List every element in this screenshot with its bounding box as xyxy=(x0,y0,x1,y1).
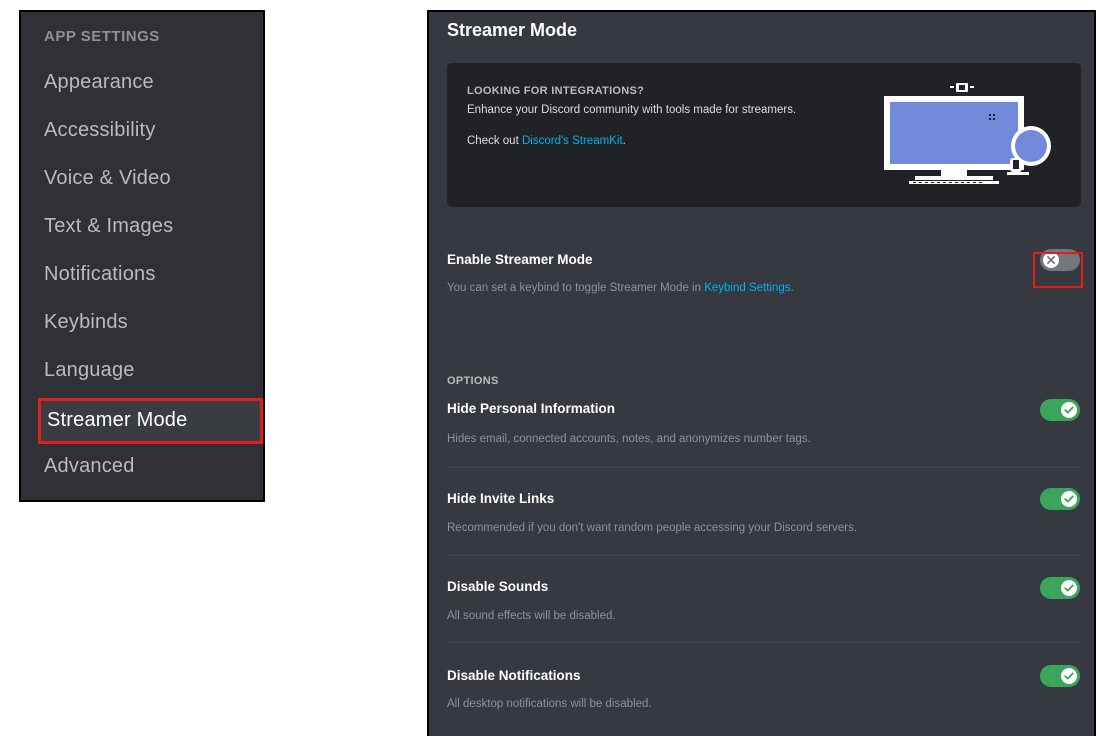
disable-notifications-title: Disable Notifications xyxy=(447,668,581,683)
streamkit-promo-card: LOOKING FOR INTEGRATIONS? Enhance your D… xyxy=(447,63,1081,207)
promo-heading: LOOKING FOR INTEGRATIONS? xyxy=(467,85,645,97)
enable-streamer-mode-desc: You can set a keybind to toggle Streamer… xyxy=(447,282,794,294)
promo-link-line: Check out Discord's StreamKit. xyxy=(467,135,626,147)
toggle-knob xyxy=(1061,580,1077,596)
options-section-label: OPTIONS xyxy=(447,375,499,387)
sidebar-item-keybinds[interactable]: Keybinds xyxy=(21,300,263,348)
hide-personal-info-toggle[interactable] xyxy=(1040,399,1080,421)
hide-invite-links-desc: Recommended if you don't want random peo… xyxy=(447,522,858,534)
monitor-streamkit-illustration-icon xyxy=(884,83,1051,184)
checkmark-icon xyxy=(1064,584,1074,592)
checkmark-icon xyxy=(1064,672,1074,680)
hide-personal-info-desc: Hides email, connected accounts, notes, … xyxy=(447,433,811,445)
divider xyxy=(447,467,1081,468)
disable-sounds-desc: All sound effects will be disabled. xyxy=(447,610,616,622)
hide-personal-info-title: Hide Personal Information xyxy=(447,401,616,416)
enable-streamer-mode-title: Enable Streamer Mode xyxy=(447,252,593,267)
divider xyxy=(447,642,1081,643)
promo-link-suffix: . xyxy=(622,135,626,147)
promo-text: Enhance your Discord community with tool… xyxy=(467,104,797,116)
keybind-settings-link[interactable]: Keybind Settings xyxy=(704,282,790,294)
settings-sidebar: APP SETTINGS Appearance Accessibility Vo… xyxy=(19,10,265,502)
toggle-highlight-box xyxy=(1033,252,1083,288)
sidebar-item-voice-video[interactable]: Voice & Video xyxy=(21,156,263,204)
sidebar-item-streamer-mode[interactable]: Streamer Mode xyxy=(38,398,263,444)
toggle-knob xyxy=(1061,491,1077,507)
sidebar-item-text-images[interactable]: Text & Images xyxy=(21,204,263,252)
keybind-desc-suffix: . xyxy=(790,282,794,294)
settings-content: Streamer Mode LOOKING FOR INTEGRATIONS? … xyxy=(427,10,1096,736)
checkmark-icon xyxy=(1064,406,1074,414)
disable-notifications-desc: All desktop notifications will be disabl… xyxy=(447,698,652,710)
promo-link-prefix: Check out xyxy=(467,135,522,147)
hide-invite-links-title: Hide Invite Links xyxy=(447,491,555,506)
disable-sounds-toggle[interactable] xyxy=(1040,577,1080,599)
sidebar-item-accessibility[interactable]: Accessibility xyxy=(21,108,263,156)
keybind-desc-prefix: You can set a keybind to toggle Streamer… xyxy=(447,282,705,294)
streamkit-link[interactable]: Discord's StreamKit xyxy=(522,135,623,147)
divider xyxy=(447,555,1081,556)
sidebar-heading: APP SETTINGS xyxy=(44,28,160,45)
disable-sounds-title: Disable Sounds xyxy=(447,579,549,594)
toggle-knob xyxy=(1061,668,1077,684)
toggle-knob xyxy=(1061,402,1077,418)
checkmark-icon xyxy=(1064,495,1074,503)
disable-notifications-toggle[interactable] xyxy=(1040,665,1080,687)
hide-invite-links-toggle[interactable] xyxy=(1040,488,1080,510)
sidebar-item-advanced[interactable]: Advanced xyxy=(21,444,263,492)
sidebar-item-language[interactable]: Language xyxy=(21,348,263,396)
sidebar-item-appearance[interactable]: Appearance xyxy=(21,60,263,108)
page-title: Streamer Mode xyxy=(447,20,578,40)
sidebar-item-notifications[interactable]: Notifications xyxy=(21,252,263,300)
